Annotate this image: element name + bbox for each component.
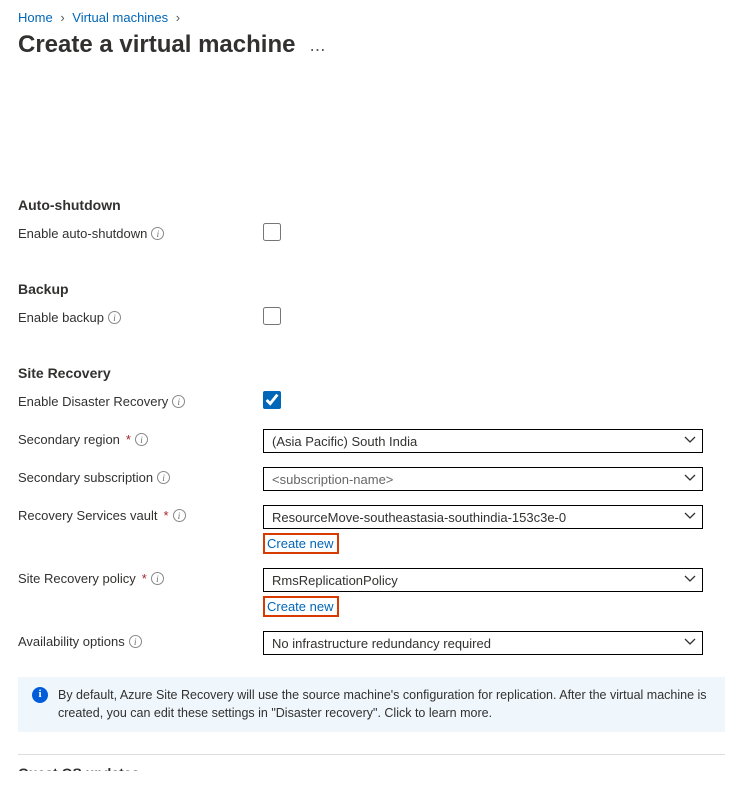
select-secondary-region[interactable]: (Asia Pacific) South India <box>263 429 703 453</box>
select-value: (Asia Pacific) South India <box>272 434 417 449</box>
label-availability-options: Availability options <box>18 634 125 649</box>
chevron-right-icon: › <box>176 10 180 25</box>
select-value: ResourceMove-southeastasia-southindia-15… <box>272 510 566 525</box>
breadcrumb-home[interactable]: Home <box>18 10 53 25</box>
info-icon: i <box>32 687 48 703</box>
link-create-new-vault[interactable]: Create new <box>263 533 339 554</box>
page-title: Create a virtual machine <box>18 31 295 59</box>
checkbox-enable-backup[interactable] <box>263 307 281 325</box>
label-enable-auto-shutdown: Enable auto-shutdown <box>18 226 147 241</box>
breadcrumb-virtual-machines[interactable]: Virtual machines <box>72 10 168 25</box>
chevron-down-icon <box>684 510 696 525</box>
label-recovery-services-vault: Recovery Services vault <box>18 508 157 523</box>
label-site-recovery-policy: Site Recovery policy <box>18 571 136 586</box>
info-icon[interactable]: i <box>157 471 170 484</box>
select-recovery-services-vault[interactable]: ResourceMove-southeastasia-southindia-15… <box>263 505 703 529</box>
required-indicator: * <box>163 508 168 523</box>
label-enable-backup: Enable backup <box>18 310 104 325</box>
label-secondary-region: Secondary region <box>18 432 120 447</box>
divider <box>18 754 725 755</box>
select-value: No infrastructure redundancy required <box>272 636 491 651</box>
info-banner-text: By default, Azure Site Recovery will use… <box>58 687 711 722</box>
checkbox-enable-auto-shutdown[interactable] <box>263 223 281 241</box>
select-value: <subscription-name> <box>272 472 393 487</box>
info-icon[interactable]: i <box>172 395 185 408</box>
select-value: RmsReplicationPolicy <box>272 573 398 588</box>
chevron-down-icon <box>684 636 696 651</box>
select-availability-options[interactable]: No infrastructure redundancy required <box>263 631 703 655</box>
section-heading-site-recovery: Site Recovery <box>18 365 725 381</box>
chevron-down-icon <box>684 573 696 588</box>
section-heading-guest-os-updates: Guest OS updates <box>18 765 725 771</box>
select-secondary-subscription[interactable]: <subscription-name> <box>263 467 703 491</box>
link-create-new-policy[interactable]: Create new <box>263 596 339 617</box>
label-enable-disaster-recovery: Enable Disaster Recovery <box>18 394 168 409</box>
checkbox-enable-disaster-recovery[interactable] <box>263 391 281 409</box>
info-icon[interactable]: i <box>173 509 186 522</box>
required-indicator: * <box>126 432 131 447</box>
chevron-down-icon <box>684 472 696 487</box>
chevron-right-icon: › <box>60 10 64 25</box>
info-icon[interactable]: i <box>135 433 148 446</box>
section-heading-auto-shutdown: Auto-shutdown <box>18 197 725 213</box>
breadcrumb: Home › Virtual machines › <box>18 10 725 25</box>
chevron-down-icon <box>684 434 696 449</box>
required-indicator: * <box>142 571 147 586</box>
info-icon[interactable]: i <box>151 227 164 240</box>
info-icon[interactable]: i <box>108 311 121 324</box>
info-icon[interactable]: i <box>151 572 164 585</box>
section-heading-backup: Backup <box>18 281 725 297</box>
select-site-recovery-policy[interactable]: RmsReplicationPolicy <box>263 568 703 592</box>
info-icon[interactable]: i <box>129 635 142 648</box>
info-banner-site-recovery[interactable]: i By default, Azure Site Recovery will u… <box>18 677 725 732</box>
more-actions-icon[interactable]: ⋯ <box>309 40 327 60</box>
label-secondary-subscription: Secondary subscription <box>18 470 153 485</box>
